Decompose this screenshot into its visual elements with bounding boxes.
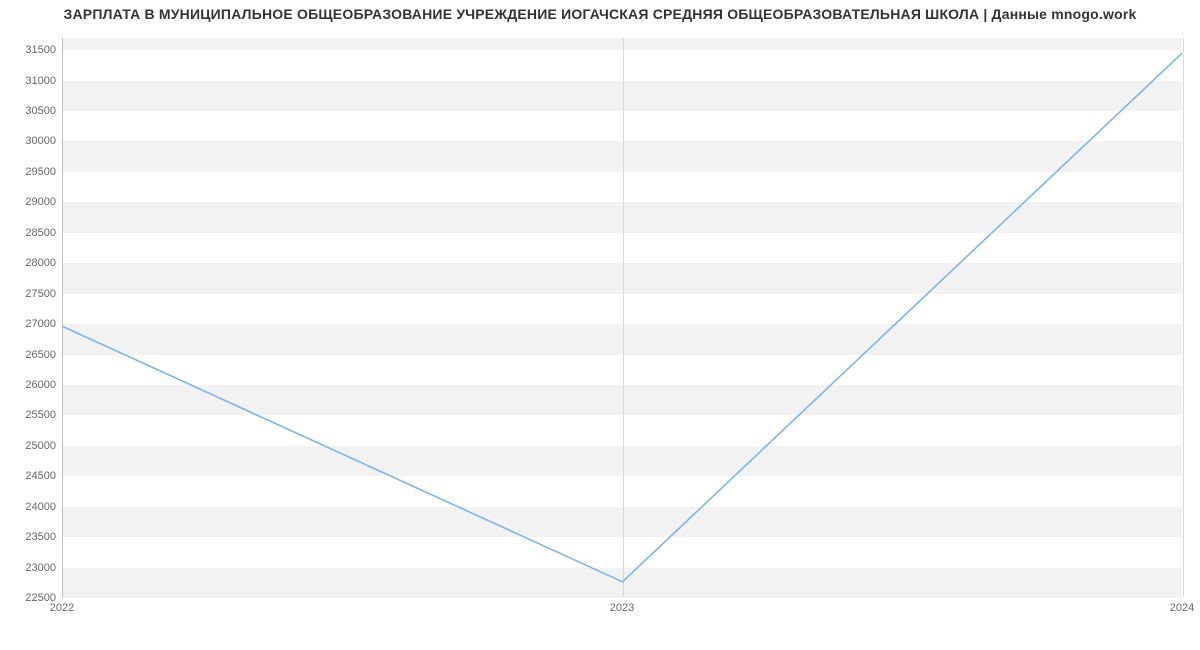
y-tick-label: 31500: [6, 44, 56, 56]
series-line: [63, 53, 1182, 582]
y-tick-label: 27000: [6, 318, 56, 330]
y-tick-label: 26000: [6, 379, 56, 391]
y-tick-label: 22500: [6, 592, 56, 604]
y-tick-label: 23500: [6, 531, 56, 543]
y-tick-label: 31000: [6, 75, 56, 87]
y-tick-label: 24000: [6, 501, 56, 513]
y-tick-label: 25000: [6, 440, 56, 452]
y-tick-label: 29000: [6, 196, 56, 208]
chart-container: ЗАРПЛАТА В МУНИЦИПАЛЬНОЕ ОБЩЕОБРАЗОВАНИЕ…: [0, 0, 1200, 650]
y-tick-label: 24500: [6, 470, 56, 482]
chart-title: ЗАРПЛАТА В МУНИЦИПАЛЬНОЕ ОБЩЕОБРАЗОВАНИЕ…: [0, 6, 1200, 22]
y-tick-label: 27500: [6, 288, 56, 300]
y-tick-label: 30000: [6, 135, 56, 147]
x-tick-label: 2024: [1170, 602, 1194, 614]
x-gridline: [1183, 38, 1184, 597]
x-tick-label: 2022: [50, 602, 74, 614]
y-tick-label: 29500: [6, 166, 56, 178]
y-tick-label: 28000: [6, 257, 56, 269]
line-series: [63, 38, 1182, 597]
x-tick-label: 2023: [610, 602, 634, 614]
y-tick-label: 25500: [6, 409, 56, 421]
y-tick-label: 28500: [6, 227, 56, 239]
y-tick-label: 26500: [6, 349, 56, 361]
plot-area: [62, 38, 1182, 598]
y-tick-label: 30500: [6, 105, 56, 117]
y-tick-label: 23000: [6, 562, 56, 574]
